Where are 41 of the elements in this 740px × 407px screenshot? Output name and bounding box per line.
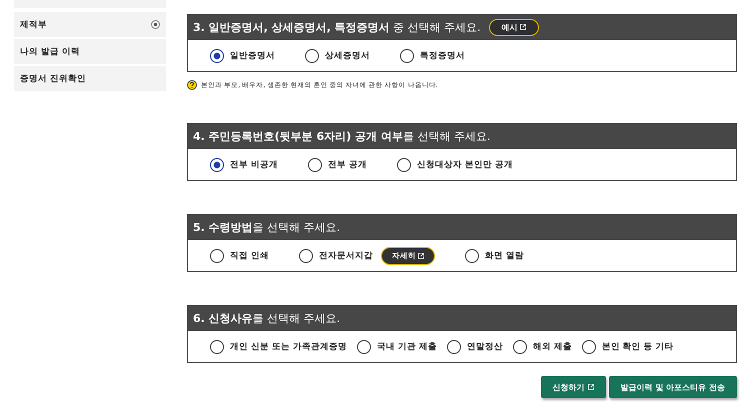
action-button[interactable]: 발급이력 및 아포스티유 전송 bbox=[608, 376, 737, 398]
action-button[interactable]: 신청하기 bbox=[540, 376, 606, 398]
option-label[interactable]: 신청대상자 본인만 공개 bbox=[416, 158, 513, 170]
radio-button[interactable] bbox=[210, 48, 224, 62]
option-label[interactable]: 전부 비공개 bbox=[230, 158, 278, 170]
radio-button[interactable] bbox=[305, 48, 319, 62]
radio-button[interactable] bbox=[396, 158, 411, 172]
section-title: 5. 수령방법을 선택해 주세요. bbox=[193, 220, 340, 234]
option-label[interactable]: 전부 공개 bbox=[328, 158, 367, 170]
sidebar-item[interactable]: 증명서 진위확인 bbox=[14, 66, 166, 91]
radio-button[interactable] bbox=[446, 340, 461, 354]
option-label[interactable]: 특정증명서 bbox=[420, 50, 465, 62]
option-label[interactable]: 상세증명서 bbox=[325, 50, 370, 62]
sidebar-item[interactable]: 나의 발급 이력 bbox=[14, 39, 166, 64]
radio-button[interactable] bbox=[400, 48, 414, 62]
radio-button[interactable] bbox=[298, 248, 313, 262]
radio-button[interactable] bbox=[582, 340, 596, 354]
radio-button[interactable] bbox=[356, 340, 371, 354]
option-label[interactable]: 연말정산 bbox=[466, 340, 503, 352]
radio-button[interactable] bbox=[210, 248, 224, 262]
radio-button[interactable] bbox=[464, 248, 479, 262]
section-title: 4. 주민등록번호(뒷부분 6자리) 공개 여부를 선택해 주세요. bbox=[193, 128, 490, 144]
option-label[interactable]: 국내 기관 제출 bbox=[376, 340, 437, 352]
option-label[interactable]: 일반증명서 bbox=[230, 50, 275, 62]
option-label[interactable]: 전자문서지갑 bbox=[318, 250, 373, 262]
option-label[interactable]: 개인 신분 또는 가족관계증명 bbox=[230, 340, 347, 352]
option-label[interactable]: 화면 열람 bbox=[484, 250, 524, 262]
external-link-icon bbox=[418, 252, 424, 258]
help-icon bbox=[187, 80, 197, 90]
sidebar-item[interactable]: 제적부 bbox=[14, 12, 166, 37]
radio-button[interactable] bbox=[512, 340, 527, 354]
section-title: 6. 신청사유를 선택해 주세요. bbox=[193, 310, 340, 326]
radio-button[interactable] bbox=[308, 158, 322, 172]
option-label[interactable]: 직접 인쇄 bbox=[230, 250, 269, 262]
radio-button[interactable] bbox=[210, 340, 224, 354]
radio-button[interactable] bbox=[210, 158, 224, 172]
example-button[interactable]: 예시 bbox=[488, 18, 539, 36]
external-link-icon bbox=[520, 24, 526, 30]
option-label[interactable]: 해외 제출 bbox=[532, 340, 572, 352]
option-label[interactable]: 본인 확인 등 기타 bbox=[602, 340, 674, 352]
section-title: 3. 일반증명서, 상세증명서, 특정증명서 중 선택해 주세요. bbox=[193, 20, 481, 34]
